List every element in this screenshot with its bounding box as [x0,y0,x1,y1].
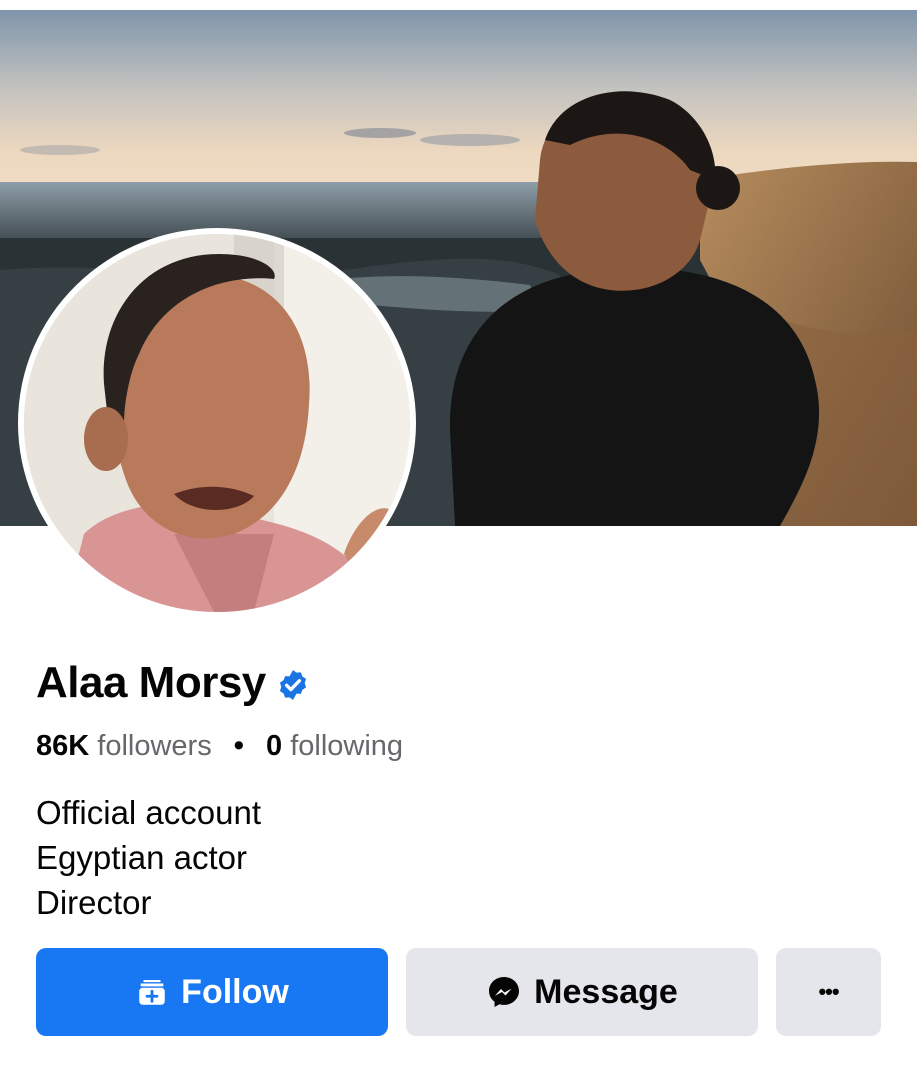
profile-bio: Official account Egyptian actor Director [36,790,261,925]
follow-label: Follow [181,972,289,1011]
stats-separator: • [233,730,244,762]
bio-line: Egyptian actor [36,839,247,876]
bio-line: Official account [36,794,262,831]
following-label[interactable]: following [290,730,403,762]
messenger-icon [486,974,522,1010]
more-options-icon: ••• [818,979,839,1004]
more-options-button[interactable]: ••• [776,948,881,1036]
verified-badge-icon [279,670,306,700]
profile-stats: 86K followers • 0 following [36,730,403,763]
followers-label[interactable]: followers [97,730,211,762]
message-button[interactable]: Message [406,948,758,1036]
follow-button[interactable]: Follow [36,948,388,1036]
follow-add-icon [135,975,169,1009]
followers-count[interactable]: 86K [36,730,89,762]
profile-name-row: Alaa Morsy [36,658,310,708]
profile-page: Alaa Morsy 86K followers • 0 following O… [0,0,917,1089]
profile-name: Alaa Morsy [36,658,266,707]
profile-avatar[interactable] [18,228,416,618]
bio-line: Director [36,884,152,921]
following-count[interactable]: 0 [266,730,282,762]
avatar-photo [24,234,410,612]
message-label: Message [534,972,678,1011]
